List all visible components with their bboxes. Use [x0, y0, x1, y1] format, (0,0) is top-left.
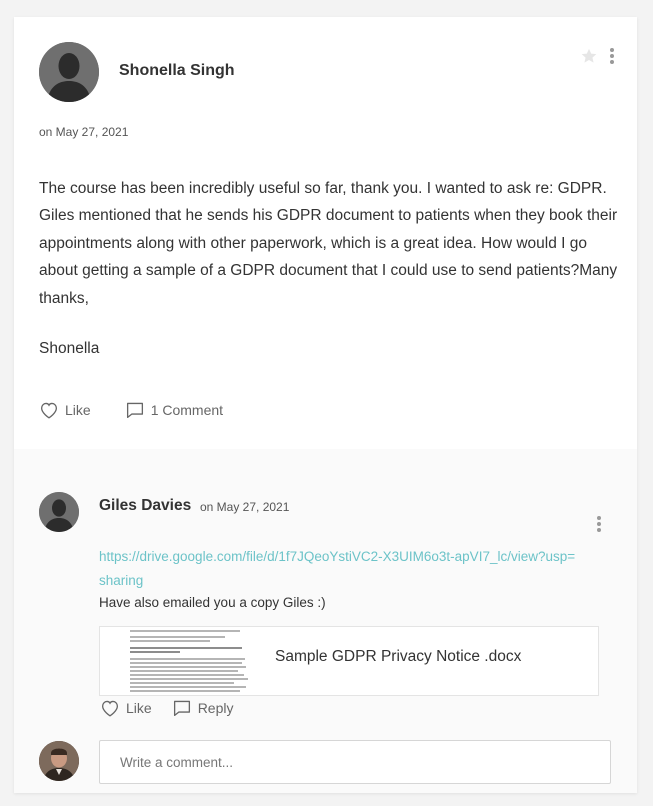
post-body: The course has been incredibly useful so… [39, 175, 619, 312]
post-body-text: The course has been incredibly useful so… [39, 180, 618, 307]
comment-icon [126, 402, 143, 419]
post: Shonella Singh on May 27, 2021 The cours… [14, 17, 637, 449]
user-photo-icon [39, 741, 79, 781]
star-icon[interactable] [580, 47, 598, 65]
like-label: Like [65, 402, 91, 418]
current-user-avatar[interactable] [39, 741, 79, 781]
silhouette-icon [39, 492, 79, 532]
silhouette-icon [39, 42, 99, 102]
comments-count-label: 1 Comment [150, 402, 224, 418]
comment-date: on May 27, 2021 [200, 500, 290, 514]
post-date: on May 27, 2021 [39, 125, 129, 139]
comments-section: Giles Davies on May 27, 2021 https://dri… [14, 449, 637, 793]
comment-text: Have also emailed you a copy Giles :) [99, 595, 326, 610]
attachment-file-name[interactable]: Sample GDPR Privacy Notice .docx [275, 648, 521, 666]
more-vertical-icon[interactable] [594, 515, 604, 533]
comment-author-name[interactable]: Giles Davies [99, 497, 191, 515]
post-author-name[interactable]: Shonella Singh [119, 62, 235, 80]
comment-like-button[interactable]: Like [100, 699, 152, 717]
comment-actions: Like Reply [100, 699, 233, 717]
more-vertical-icon[interactable] [607, 47, 617, 65]
comment-author-avatar[interactable] [39, 492, 79, 532]
reply-button[interactable]: Reply [172, 699, 234, 717]
attachment-card[interactable]: Sample GDPR Privacy Notice .docx [99, 626, 599, 696]
heart-icon [40, 402, 58, 419]
like-button[interactable]: Like [39, 401, 91, 419]
comment-like-label: Like [126, 700, 152, 716]
comments-button[interactable]: 1 Comment [125, 401, 223, 419]
post-actions: Like 1 Comment [39, 401, 223, 419]
reply-icon [173, 700, 190, 717]
heart-icon [101, 700, 119, 717]
post-signoff: Shonella [39, 340, 100, 357]
document-thumbnail [128, 627, 251, 695]
post-card: Shonella Singh on May 27, 2021 The cours… [14, 17, 637, 793]
reply-label: Reply [197, 700, 234, 716]
write-comment-input[interactable] [99, 740, 611, 784]
author-avatar[interactable] [39, 42, 99, 102]
comment-link[interactable]: https://drive.google.com/file/d/1f7JQeoY… [99, 545, 579, 593]
